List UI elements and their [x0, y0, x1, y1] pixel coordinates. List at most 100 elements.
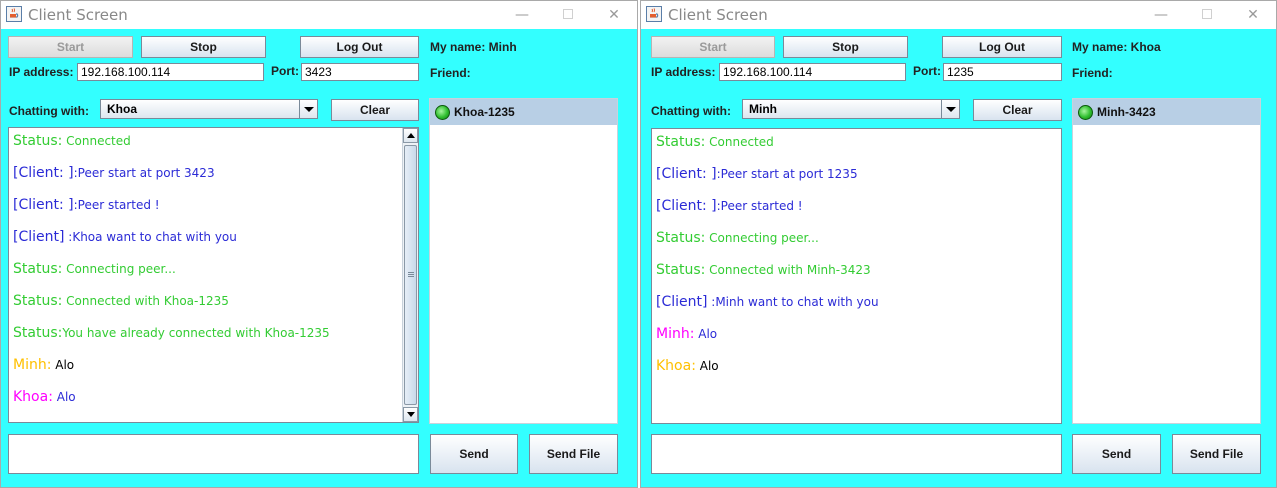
port-label: Port: [913, 64, 941, 78]
message-prefix: Minh: [13, 357, 52, 373]
title-bar[interactable]: Client Screen — ✕ [641, 1, 1276, 29]
chatting-with-value: Khoa [107, 102, 137, 116]
close-button[interactable]: ✕ [1230, 1, 1276, 29]
message-prefix: [Client: ] [13, 197, 74, 213]
chat-history[interactable]: Status: Connected [Client: ]:Peer start a… [8, 127, 419, 423]
maximize-button[interactable] [1184, 1, 1230, 29]
start-button[interactable]: Start [651, 36, 775, 58]
scroll-thumb[interactable] [404, 145, 417, 405]
chat-message: [Client] :Minh want to chat with you [656, 294, 879, 310]
port-field[interactable]: 1235 [943, 63, 1062, 81]
friend-list-item[interactable]: Minh-3423 [1073, 99, 1260, 125]
window-title: Client Screen [668, 6, 768, 24]
message-prefix: [Client] [13, 229, 65, 245]
chat-message: Khoa: Alo [13, 389, 76, 405]
stop-button[interactable]: Stop [783, 36, 908, 58]
maximize-icon [1202, 9, 1212, 19]
chatting-with-label: Chatting with: [651, 104, 731, 118]
message-prefix: [Client: ] [656, 198, 717, 214]
chat-scrollbar[interactable] [402, 128, 418, 422]
message-text: Connecting peer... [62, 262, 176, 276]
ip-address-field[interactable]: 192.168.100.114 [77, 63, 264, 81]
friend-label: Friend: [430, 66, 471, 80]
stop-button[interactable]: Stop [141, 36, 266, 58]
chat-message: Khoa: Alo [656, 358, 719, 374]
message-prefix: Status: [13, 293, 63, 309]
send-file-button[interactable]: Send File [529, 434, 618, 474]
chatting-with-label: Chatting with: [9, 104, 89, 118]
message-text: Connecting peer... [705, 231, 819, 245]
maximize-button[interactable] [545, 1, 591, 29]
logout-button[interactable]: Log Out [300, 36, 419, 58]
message-prefix: Status: [13, 261, 63, 277]
message-prefix: [Client] [656, 294, 708, 310]
chat-message: Minh: Alo [13, 357, 74, 373]
grip-icon [408, 272, 414, 277]
message-text: Alo [52, 390, 76, 404]
chat-history[interactable]: Status: Connected [Client: ]:Peer start a… [651, 128, 1062, 424]
message-text: :Peer started ! [73, 198, 160, 212]
maximize-icon [563, 9, 573, 19]
client-window-minh: Client Screen — ✕ Start Stop Log Out My … [0, 0, 638, 488]
message-text: Alo [51, 358, 75, 372]
chat-message: [Client: ]:Peer started ! [13, 197, 160, 213]
chat-message: Status: Connected [656, 134, 774, 150]
clear-button[interactable]: Clear [973, 99, 1062, 121]
message-text: Connected [62, 134, 131, 148]
friend-list: Minh-3423 [1072, 98, 1261, 424]
clear-button[interactable]: Clear [331, 99, 419, 121]
title-bar[interactable]: Client Screen — ✕ [1, 1, 637, 29]
message-prefix: Status: [656, 230, 706, 246]
message-text: :Peer start at port 1235 [716, 167, 858, 181]
message-prefix: Khoa: [13, 389, 53, 405]
port-label: Port: [271, 64, 299, 78]
minimize-button[interactable]: — [1138, 1, 1184, 29]
chatting-with-dropdown[interactable]: Khoa [100, 99, 318, 119]
send-file-button[interactable]: Send File [1172, 434, 1261, 474]
message-text: Alo [695, 359, 719, 373]
message-input[interactable] [651, 434, 1062, 474]
chatting-with-value: Minh [749, 102, 777, 116]
chat-message: Minh: Alo [656, 326, 717, 342]
send-button[interactable]: Send [1072, 434, 1161, 474]
message-text: Connected with Khoa-1235 [62, 294, 229, 308]
message-prefix: Status: [656, 262, 706, 278]
message-text: Alo [694, 327, 718, 341]
chat-message: [Client: ]:Peer start at port 3423 [13, 165, 215, 181]
message-text: Connected with Minh-3423 [705, 263, 871, 277]
online-status-icon [1078, 105, 1093, 120]
window-title: Client Screen [28, 6, 128, 24]
start-button[interactable]: Start [8, 36, 133, 58]
message-prefix: [Client: ] [13, 165, 74, 181]
chat-message: Status: Connecting peer... [656, 230, 819, 246]
chevron-down-icon[interactable] [299, 100, 317, 118]
friend-name: Khoa-1235 [454, 105, 515, 119]
friend-list-item[interactable]: Khoa-1235 [430, 99, 617, 125]
java-icon [6, 6, 22, 22]
message-prefix: [Client: ] [656, 166, 717, 182]
minimize-button[interactable]: — [499, 1, 545, 29]
logout-button[interactable]: Log Out [942, 36, 1062, 58]
chat-message: [Client: ]:Peer start at port 1235 [656, 166, 858, 182]
my-name-label: My name: Minh [430, 40, 517, 54]
ip-address-field[interactable]: 192.168.100.114 [719, 63, 906, 81]
chatting-with-dropdown[interactable]: Minh [742, 99, 960, 119]
message-text: :Peer started ! [716, 199, 803, 213]
chat-message: [Client: ]:Peer started ! [656, 198, 803, 214]
my-name-label: My name: Khoa [1072, 40, 1161, 54]
send-button[interactable]: Send [430, 434, 518, 474]
message-text: :Minh want to chat with you [707, 295, 879, 309]
close-button[interactable]: ✕ [591, 1, 637, 29]
scroll-down-icon[interactable] [403, 407, 418, 422]
friend-list: Khoa-1235 [429, 98, 618, 424]
message-text: You have already connected with Khoa-123… [62, 326, 330, 340]
chevron-down-icon[interactable] [941, 100, 959, 118]
friend-label: Friend: [1072, 66, 1113, 80]
java-icon [646, 6, 662, 22]
scroll-up-icon[interactable] [403, 128, 418, 143]
message-text: :Khoa want to chat with you [64, 230, 237, 244]
client-window-khoa: Client Screen — ✕ Start Stop Log Out My … [640, 0, 1277, 488]
message-prefix: Minh: [656, 326, 695, 342]
message-input[interactable] [8, 434, 419, 474]
port-field[interactable]: 3423 [301, 63, 419, 81]
